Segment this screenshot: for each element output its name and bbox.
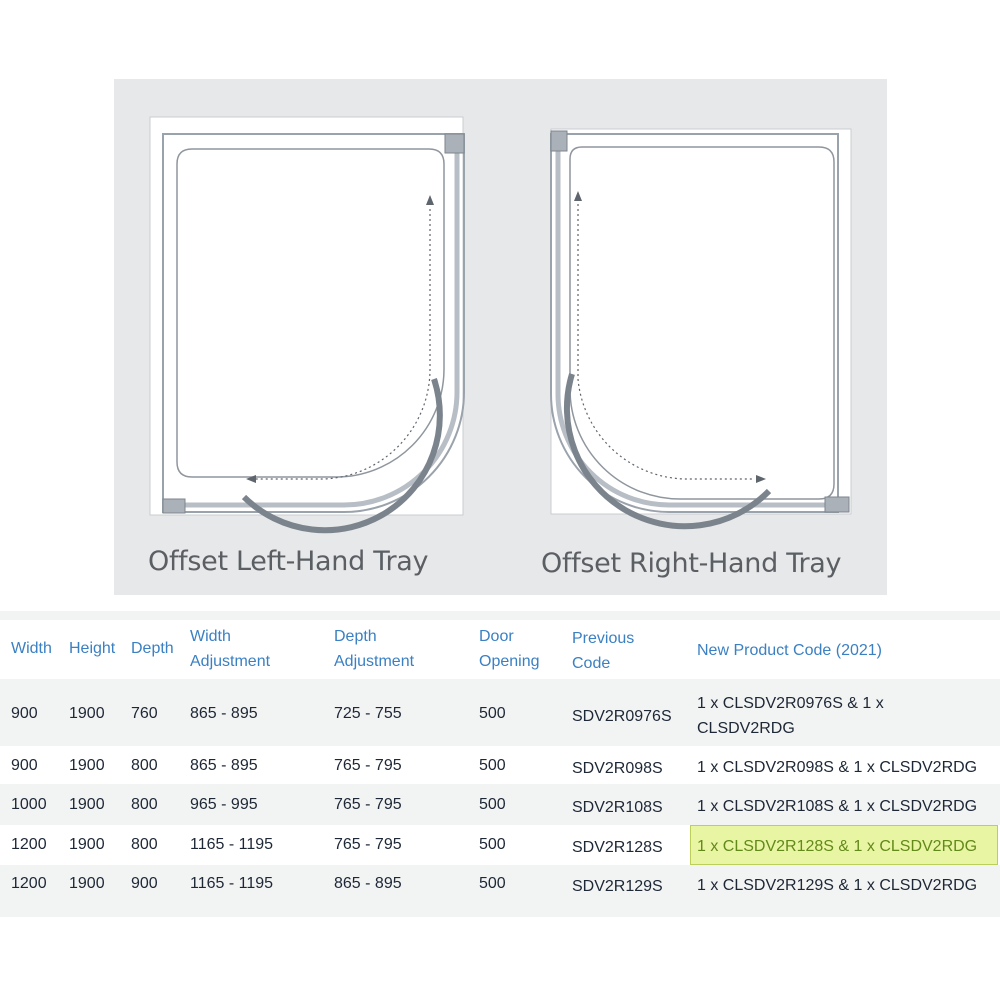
cell-previous-code: SDV2R098S [572,760,663,777]
header-height: Height [69,640,116,657]
header-door-opening-line1: Door [479,628,514,645]
cell-width-adjustment: 865 - 895 [190,757,258,774]
left-tray-diagram [149,116,465,534]
header-previous-code-line1: Previous [572,630,635,647]
header-width-adjustment-line1: Width [190,628,231,645]
cell-depth-adjustment: 865 - 895 [334,875,402,892]
cell-door-opening: 500 [479,796,506,813]
header-depth: Depth [131,640,174,657]
cell-depth: 800 [131,796,158,813]
cell-new-code: 1 x CLSDV2R108S & 1 x CLSDV2RDG [697,798,978,815]
cell-depth: 800 [131,757,158,774]
cell-new-code-line1: 1 x CLSDV2R0976S & 1 x [697,695,884,712]
cell-width: 900 [11,705,38,722]
tray-diagram-panel: Offset Left-Hand Tray Offset Right-Hand … [114,79,887,595]
header-previous-code-line2: Code [572,655,611,672]
cell-previous-code: SDV2R108S [572,799,663,816]
cell-height: 1900 [69,757,105,774]
cell-width-adjustment: 965 - 995 [190,796,258,813]
cell-height: 1900 [69,836,105,853]
cell-width: 900 [11,757,38,774]
cell-new-code-line2: CLSDV2RDG [697,720,795,737]
cell-depth-adjustment: 765 - 795 [334,796,402,813]
header-depth-adjustment-line2: Adjustment [334,653,415,670]
cell-width-adjustment: 1165 - 1195 [190,875,274,892]
cell-depth: 900 [131,875,158,892]
cell-width-adjustment: 865 - 895 [190,705,258,722]
cell-new-code: 1 x CLSDV2R129S & 1 x CLSDV2RDG [697,877,978,894]
header-depth-adjustment-line1: Depth [334,628,377,645]
cell-width: 1200 [11,836,47,853]
cell-previous-code: SDV2R129S [572,878,663,895]
cell-width: 1000 [11,796,47,813]
cell-previous-code: SDV2R0976S [572,708,672,725]
cell-door-opening: 500 [479,875,506,892]
right-tray-diagram [550,128,852,530]
cell-depth-adjustment: 725 - 755 [334,705,402,722]
cell-width: 1200 [11,875,47,892]
header-door-opening-line2: Opening [479,653,540,670]
header-width: Width [11,640,52,657]
header-new-product-code: New Product Code (2021) [697,642,882,659]
header-width-adjustment-line2: Adjustment [190,653,271,670]
cell-width-adjustment: 1165 - 1195 [190,836,274,853]
cell-depth-adjustment: 765 - 795 [334,836,402,853]
cell-new-code: 1 x CLSDV2R098S & 1 x CLSDV2RDG [697,759,978,776]
cell-door-opening: 500 [479,705,506,722]
left-tray-label: Offset Left-Hand Tray [148,546,429,577]
cell-height: 1900 [69,875,105,892]
tray-diagrams [149,116,852,534]
cell-door-opening: 500 [479,836,506,853]
cell-new-code-highlighted: 1 x CLSDV2R128S & 1 x CLSDV2RDG [697,838,978,855]
cell-height: 1900 [69,796,105,813]
cell-depth-adjustment: 765 - 795 [334,757,402,774]
cell-previous-code: SDV2R128S [572,839,663,856]
cell-door-opening: 500 [479,757,506,774]
cell-depth: 800 [131,836,158,853]
right-tray-label: Offset Right-Hand Tray [541,548,842,579]
cell-depth: 760 [131,705,158,722]
cell-height: 1900 [69,705,105,722]
